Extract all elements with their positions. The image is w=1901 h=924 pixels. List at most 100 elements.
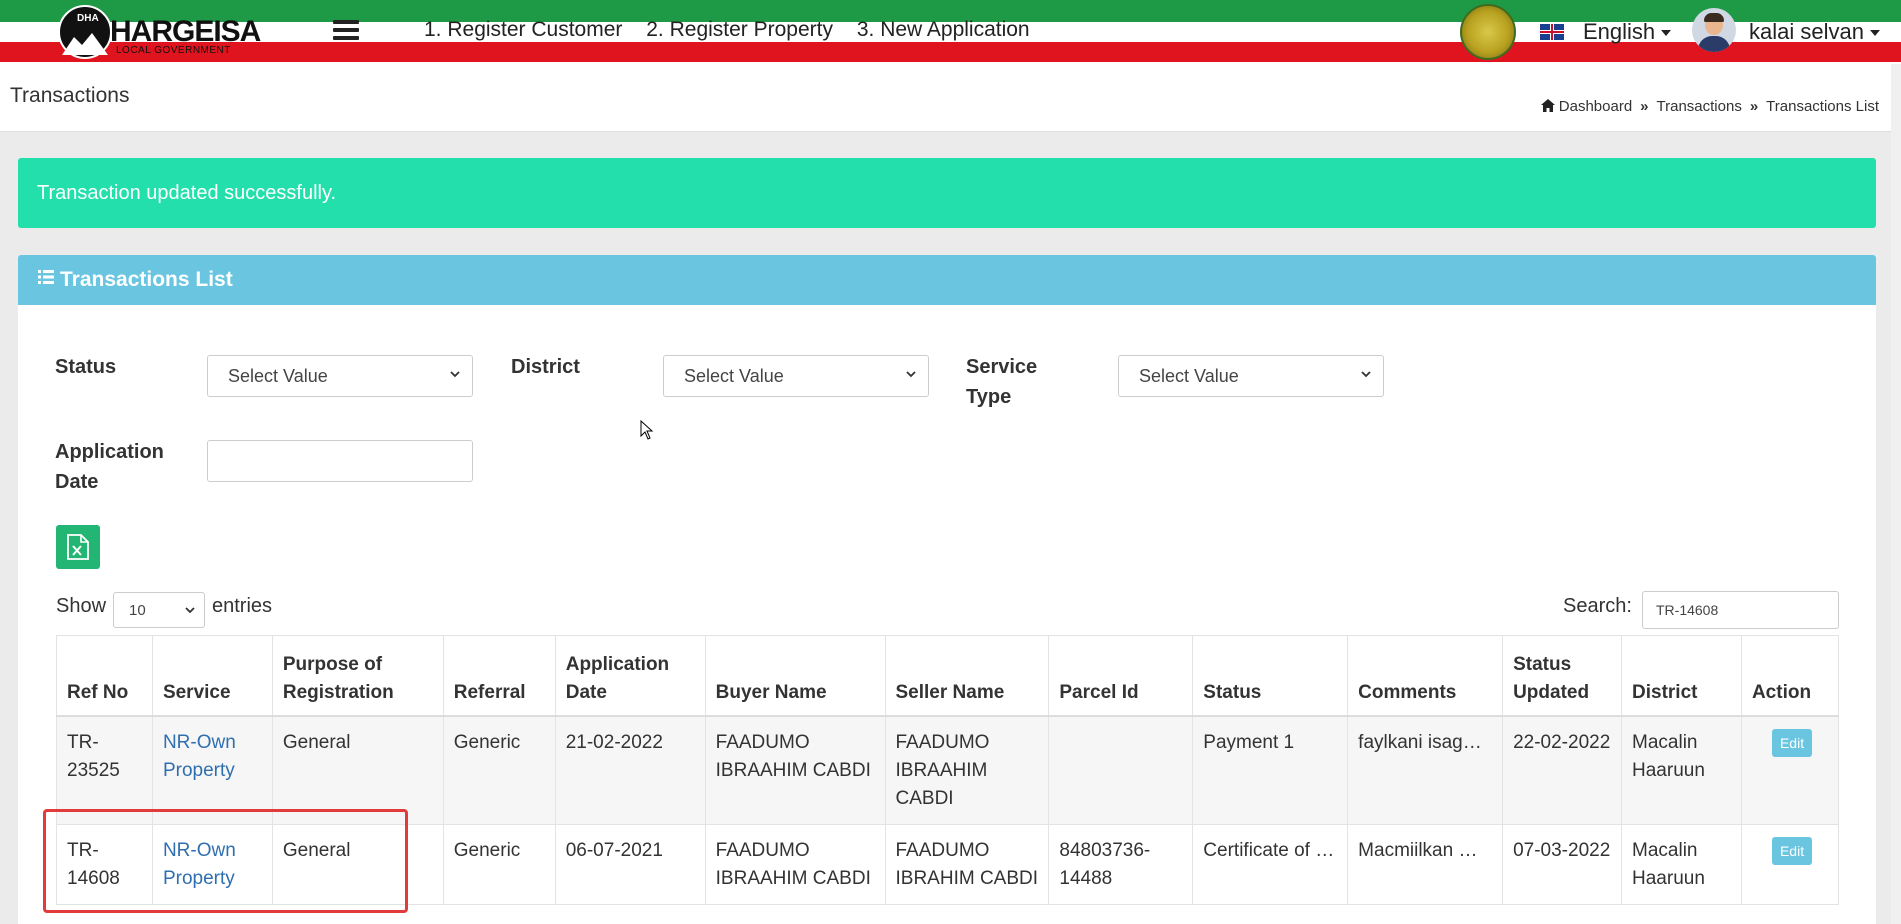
- col-ref-no[interactable]: Ref No: [56, 635, 153, 717]
- cell-referral: Generic: [442, 715, 556, 825]
- home-icon: [1540, 99, 1555, 112]
- cell-referral: Generic: [442, 824, 556, 905]
- cell-district: Macalin Haaruun: [1621, 824, 1742, 905]
- cell-status: Certificate of …: [1192, 824, 1349, 905]
- table-row: TR-14608 NR-Own Property General Generic…: [56, 824, 1840, 905]
- list-icon: [38, 270, 54, 284]
- success-alert: Transaction updated successfully.: [18, 158, 1876, 228]
- nav-new-application[interactable]: 3. New Application: [857, 18, 1030, 41]
- nav-register-customer[interactable]: 1. Register Customer: [424, 18, 622, 41]
- user-avatar[interactable]: [1692, 8, 1736, 52]
- flag-stripe-red: [0, 42, 1901, 62]
- logo-subtitle: LOCAL GOVERNMENT: [116, 45, 231, 56]
- uk-flag-icon: [1540, 24, 1564, 40]
- application-date-filter-label: Application Date: [55, 441, 164, 493]
- service-type-select[interactable]: Select Value: [1118, 355, 1384, 397]
- cell-comments: Macmiilkan …: [1347, 824, 1504, 905]
- district-select-value: Select Value: [684, 366, 784, 386]
- chevron-down-icon: [906, 371, 916, 378]
- chevron-down-icon: [1361, 371, 1371, 378]
- cell-purpose: General: [271, 824, 444, 905]
- cell-comments: faylkani isag…: [1347, 715, 1504, 825]
- cell-status: Payment 1: [1192, 715, 1349, 825]
- cell-purpose: General: [271, 715, 444, 825]
- chevron-down-icon: [185, 607, 195, 614]
- cell-action: Edit: [1740, 824, 1840, 905]
- nav-register-property[interactable]: 2. Register Property: [646, 18, 833, 41]
- col-parcel-id[interactable]: Parcel Id: [1048, 635, 1194, 717]
- logo-badge-text: DHA: [77, 13, 99, 24]
- col-referral[interactable]: Referral: [442, 635, 556, 717]
- entries-value: 10: [129, 602, 146, 619]
- caret-down-icon: [1869, 30, 1880, 37]
- logo-emblem-icon: DHA: [58, 5, 112, 59]
- hamburger-menu-icon[interactable]: [333, 20, 359, 40]
- page-scrollbar[interactable]: [1891, 64, 1901, 924]
- caret-down-icon: [1661, 30, 1672, 37]
- col-status-updated[interactable]: Status Updated: [1502, 635, 1623, 717]
- col-seller-name[interactable]: Seller Name: [884, 635, 1050, 717]
- transactions-table: Ref No Service Purpose of Registration R…: [56, 635, 1840, 905]
- cell-status-updated: 07-03-2022: [1502, 824, 1623, 905]
- cell-district: Macalin Haaruun: [1621, 715, 1742, 825]
- edit-button[interactable]: Edit: [1771, 728, 1813, 757]
- col-district[interactable]: District: [1621, 635, 1742, 717]
- breadcrumb: Dashboard» Transactions» Transactions List: [1540, 98, 1879, 115]
- logo-title: HARGEISA: [110, 15, 261, 48]
- breadcrumb-transactions-list: Transactions List: [1766, 98, 1879, 115]
- edit-button[interactable]: Edit: [1771, 837, 1813, 865]
- hargeisa-logo[interactable]: DHA HARGEISA LOCAL GOVERNMENT: [58, 5, 261, 59]
- cell-parcel-id: 84803736-14488: [1048, 824, 1194, 905]
- mouse-cursor-icon: [640, 420, 654, 440]
- col-status[interactable]: Status: [1192, 635, 1349, 717]
- cell-seller-name: FAADUMO IBRAHIM CABDI: [884, 824, 1050, 905]
- table-row: TR-23525 NR-Own Property General Generic…: [56, 715, 1840, 825]
- government-seal-icon: [1460, 4, 1516, 60]
- page-title: Transactions: [10, 84, 130, 107]
- entries-per-page-select[interactable]: 10: [113, 592, 205, 628]
- cell-status-updated: 22-02-2022: [1502, 715, 1623, 825]
- table-header-row: Ref No Service Purpose of Registration R…: [56, 635, 1840, 717]
- entries-label: entries: [212, 595, 273, 617]
- cell-service: NR-Own Property: [151, 715, 273, 825]
- language-label: English: [1583, 19, 1656, 44]
- service-type-filter-label: Service Type: [966, 356, 1038, 408]
- page-title-bar: Transactions Dashboard» Transactions» Tran…: [0, 64, 1901, 132]
- district-select[interactable]: Select Value: [663, 355, 929, 397]
- mountain-icon: [62, 33, 108, 55]
- show-label: Show: [56, 595, 107, 617]
- search-input[interactable]: TR-14608: [1642, 591, 1839, 629]
- col-purpose[interactable]: Purpose of Registration: [271, 635, 444, 717]
- cell-ref-no: TR-23525: [56, 715, 153, 825]
- col-comments[interactable]: Comments: [1347, 635, 1504, 717]
- status-select[interactable]: Select Value: [207, 355, 473, 397]
- col-application-date[interactable]: Application Date: [554, 635, 706, 717]
- col-buyer-name[interactable]: Buyer Name: [704, 635, 886, 717]
- search-input-value: TR-14608: [1656, 602, 1719, 618]
- breadcrumb-dashboard[interactable]: Dashboard: [1559, 98, 1632, 115]
- user-menu-dropdown[interactable]: kalai selvan: [1749, 19, 1880, 45]
- col-action: Action: [1740, 635, 1840, 717]
- col-service[interactable]: Service: [151, 635, 273, 717]
- cell-action: Edit: [1740, 715, 1840, 825]
- application-date-input[interactable]: [207, 440, 473, 482]
- language-dropdown[interactable]: English: [1583, 19, 1672, 45]
- cell-application-date: 06-07-2021: [554, 824, 706, 905]
- search-label: Search:: [1563, 595, 1632, 617]
- excel-file-icon: [67, 534, 89, 560]
- top-header: DHA HARGEISA LOCAL GOVERNMENT 1. Registe…: [0, 0, 1901, 64]
- card-header: Transactions List: [18, 255, 1876, 305]
- service-link[interactable]: NR-Own Property: [163, 840, 236, 889]
- district-filter-label: District: [511, 356, 580, 378]
- breadcrumb-transactions[interactable]: Transactions: [1657, 98, 1742, 115]
- cell-service: NR-Own Property: [151, 824, 273, 905]
- export-excel-button[interactable]: [56, 525, 100, 569]
- chevron-down-icon: [450, 371, 460, 378]
- cell-parcel-id: [1048, 715, 1194, 825]
- status-select-value: Select Value: [228, 366, 328, 386]
- status-filter-label: Status: [55, 356, 117, 378]
- user-name: kalai selvan: [1749, 19, 1864, 44]
- cell-buyer-name: FAADUMO IBRAAHIM CABDI: [704, 715, 886, 825]
- service-link[interactable]: NR-Own Property: [163, 732, 236, 781]
- cell-ref-no: TR-14608: [56, 824, 153, 905]
